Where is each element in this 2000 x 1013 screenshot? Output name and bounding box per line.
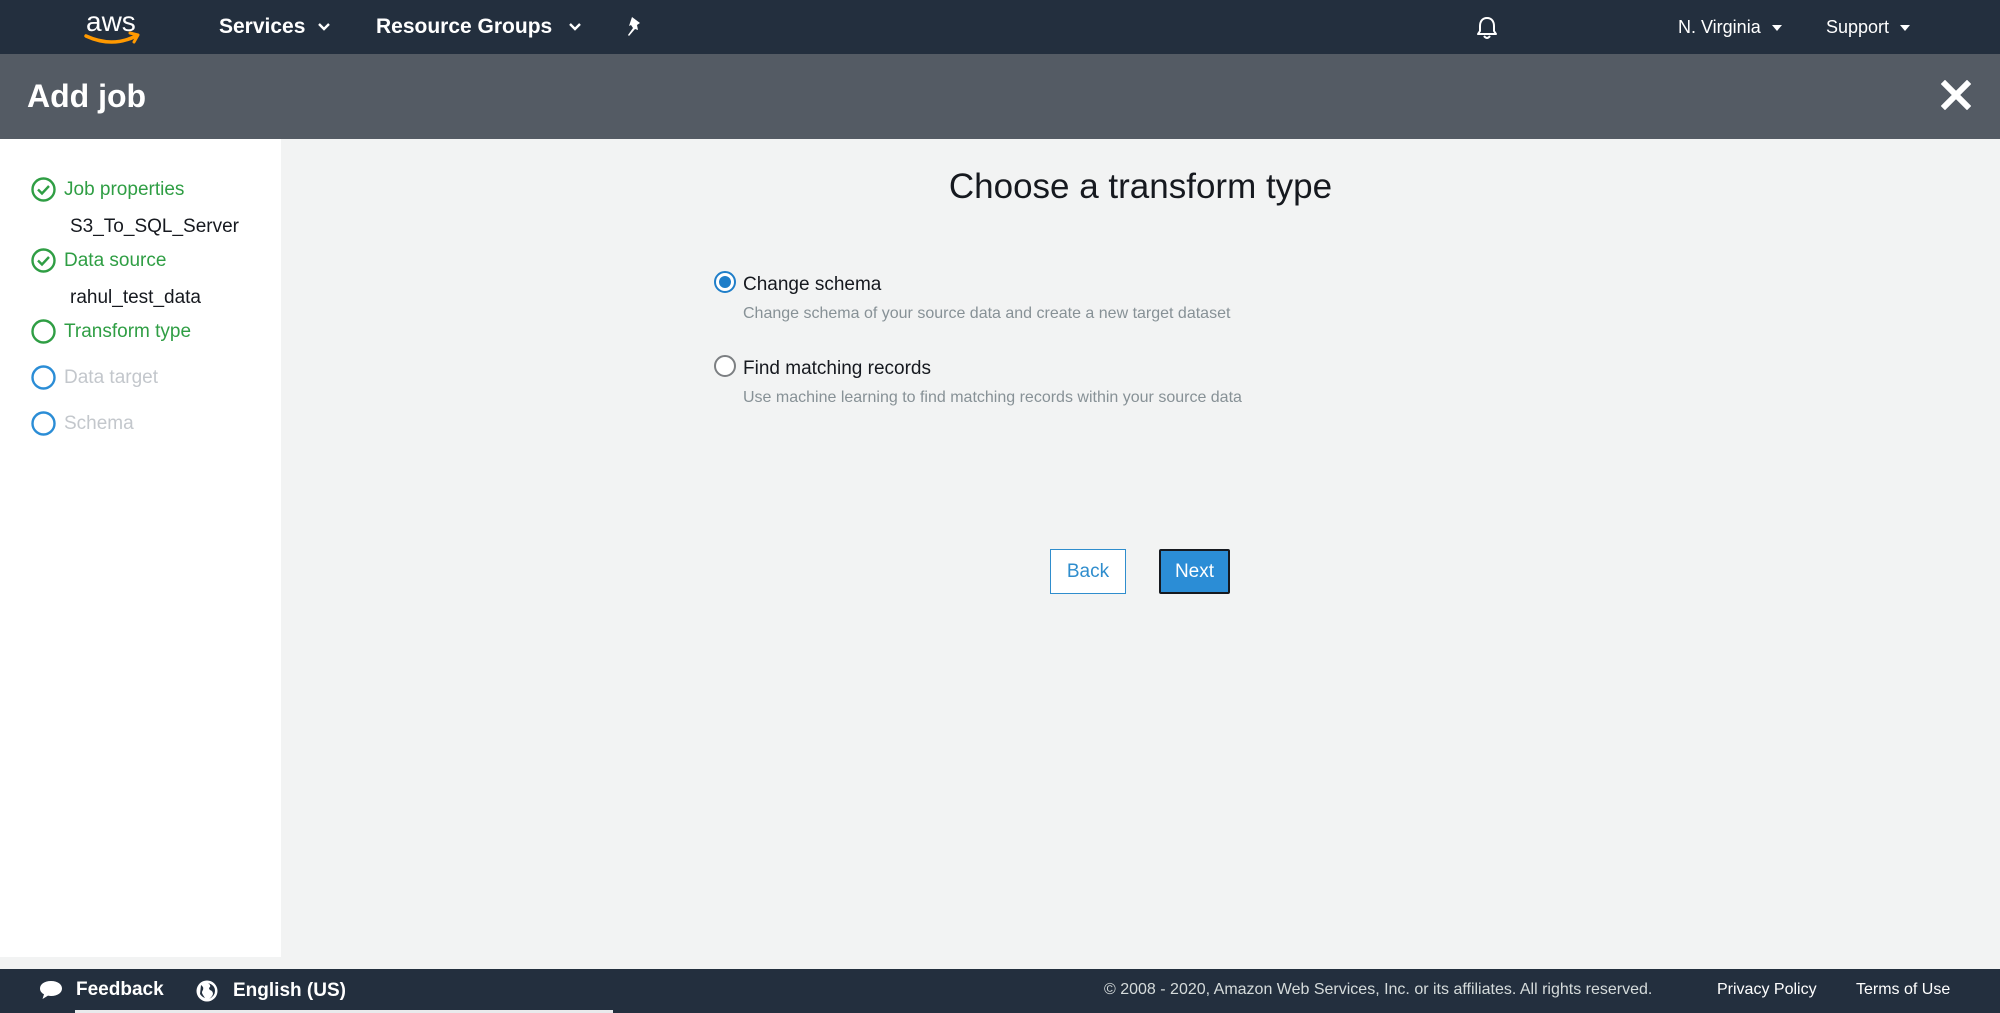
step-label: Transform type	[64, 320, 192, 342]
language-label: English (US)	[233, 980, 346, 1001]
step-job-properties[interactable]: Job properties	[31, 177, 184, 202]
check-circle-icon	[31, 177, 56, 202]
pin-icon[interactable]	[624, 15, 646, 44]
notifications-bell-icon[interactable]	[1475, 15, 1499, 46]
resource-groups-menu[interactable]: Resource Groups	[376, 0, 582, 54]
services-menu[interactable]: Services	[219, 0, 331, 54]
page-header: Add job	[0, 54, 2000, 139]
language-selector[interactable]: English (US)	[195, 979, 346, 1003]
back-button[interactable]: Back	[1050, 549, 1126, 594]
page-title: Add job	[27, 78, 147, 114]
circle-icon	[31, 319, 56, 344]
step-label: Schema	[64, 412, 134, 434]
aws-smile-icon	[84, 31, 140, 44]
circle-icon	[31, 411, 56, 436]
chevron-down-icon	[568, 22, 582, 32]
support-menu[interactable]: Support	[1826, 0, 1911, 54]
find-matching-records-description: Use machine learning to find matching re…	[743, 389, 1242, 406]
step-data-target: Data target	[31, 365, 158, 390]
chevron-down-icon	[317, 22, 331, 32]
change-schema-label[interactable]: Change schema	[743, 274, 881, 296]
find-matching-records-radio[interactable]	[714, 355, 736, 377]
close-icon[interactable]	[1940, 79, 1972, 115]
feedback-button[interactable]: Feedback	[38, 979, 164, 1001]
change-schema-description: Change schema of your source data and cr…	[743, 305, 1231, 322]
wizard-steps-sidebar: Job properties S3_To_SQL_Server Data sou…	[0, 139, 281, 957]
top-navigation-bar: aws Services Resource Groups N. Virginia	[0, 0, 2000, 54]
step-schema: Schema	[31, 411, 134, 436]
change-schema-radio[interactable]	[714, 271, 736, 293]
find-matching-records-label[interactable]: Find matching records	[743, 358, 931, 380]
resource-groups-label: Resource Groups	[376, 15, 553, 38]
step-label: Data target	[64, 366, 158, 388]
terms-of-use-link[interactable]: Terms of Use	[1856, 981, 1950, 999]
step-label: Data source	[64, 249, 167, 271]
feedback-label: Feedback	[76, 979, 164, 1000]
step-data-source[interactable]: Data source	[31, 248, 166, 273]
copyright-text: © 2008 - 2020, Amazon Web Services, Inc.…	[1104, 981, 1653, 998]
aws-logo[interactable]: aws	[84, 6, 144, 48]
services-label: Services	[219, 15, 306, 38]
step-label: Job properties	[64, 178, 185, 200]
footer: Feedback English (US) © 2008 - 2020, Ama…	[0, 969, 2000, 1013]
next-button[interactable]: Next	[1159, 549, 1230, 594]
step-subvalue: S3_To_SQL_Server	[70, 216, 239, 237]
globe-icon	[196, 980, 218, 1002]
section-title: Choose a transform type	[948, 167, 1333, 206]
check-circle-icon	[31, 248, 56, 273]
step-transform-type[interactable]: Transform type	[31, 319, 191, 344]
region-selector[interactable]: N. Virginia	[1678, 0, 1782, 54]
region-label: N. Virginia	[1678, 16, 1761, 37]
support-label: Support	[1826, 16, 1890, 37]
footer-spacer	[0, 957, 2000, 969]
caret-down-icon	[1900, 25, 1911, 31]
privacy-policy-link[interactable]: Privacy Policy	[1717, 981, 1817, 999]
speech-bubble-icon	[40, 981, 62, 999]
caret-down-icon	[1771, 25, 1782, 31]
circle-icon	[31, 365, 56, 390]
step-subvalue: rahul_test_data	[70, 287, 201, 308]
main-content: Choose a transform type Change schema Ch…	[281, 139, 2000, 957]
